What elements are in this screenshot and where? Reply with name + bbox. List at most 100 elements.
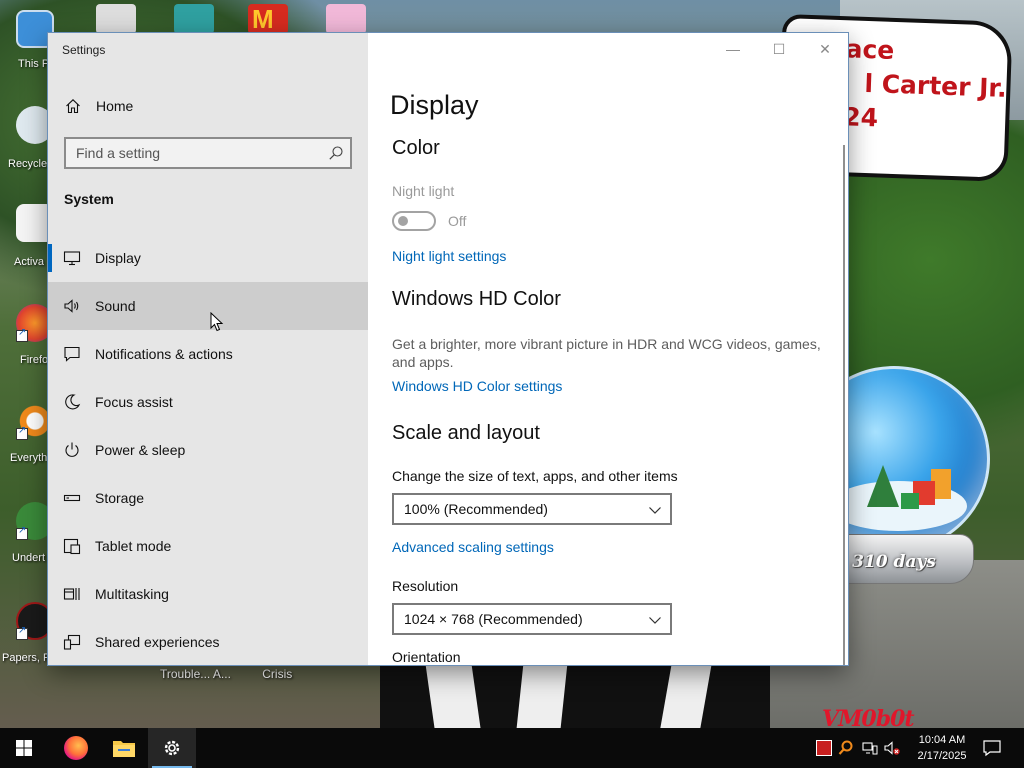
- nav-item-shared-experiences[interactable]: Shared experiences: [48, 618, 368, 665]
- nav-item-label: Multitasking: [95, 586, 169, 602]
- system-tray: 10:04 AM 2/17/2025: [812, 728, 1024, 768]
- scale-label: Change the size of text, apps, and other…: [392, 468, 678, 484]
- firefox-icon: [64, 736, 88, 760]
- nav-item-display[interactable]: Display: [48, 234, 368, 282]
- taskbar-clock[interactable]: 10:04 AM 2/17/2025: [908, 732, 976, 764]
- shared-experiences-icon: [63, 634, 81, 650]
- watermark: VM0b0t: [822, 706, 915, 728]
- clock-time: 10:04 AM: [918, 734, 966, 746]
- clock-date: 2/17/2025: [917, 750, 967, 762]
- nav-item-label: Power & sleep: [95, 442, 186, 458]
- mcdonalds-arches-icon: M: [252, 4, 274, 34]
- toggle-knob: [398, 216, 408, 226]
- desktop-icon-label[interactable]: Trouble... A...: [160, 667, 231, 681]
- resolution-label: Resolution: [392, 578, 459, 594]
- settings-nav-pane: Settings Home System Display: [48, 33, 368, 665]
- page-title: Display: [390, 90, 479, 120]
- hd-color-description: Get a brighter, more vibrant picture in …: [392, 336, 821, 370]
- nav-item-focus-assist[interactable]: Focus assist: [48, 378, 368, 426]
- moon-icon: [65, 394, 81, 410]
- window-title: Settings: [62, 43, 106, 57]
- desktop-icon-partial[interactable]: [96, 4, 136, 34]
- orientation-label: Orientation: [392, 649, 461, 665]
- home-icon: [66, 99, 80, 114]
- security-alert-icon[interactable]: [816, 740, 832, 756]
- nav-item-label: Display: [95, 250, 141, 266]
- taskbar: 10:04 AM 2/17/2025: [0, 728, 1024, 768]
- multitasking-icon: [63, 588, 80, 600]
- nav-item-notifications[interactable]: Notifications & actions: [48, 330, 368, 378]
- storage-icon: [63, 494, 81, 502]
- nav-home-label: Home: [96, 98, 134, 114]
- search-input[interactable]: [66, 139, 316, 167]
- mcdonalds-icon[interactable]: M: [248, 4, 288, 34]
- desktop-icon-label: Activa: [14, 256, 44, 268]
- taskbar-settings-button[interactable]: [148, 728, 196, 768]
- close-button[interactable]: ✕: [802, 33, 848, 65]
- search-icon[interactable]: [328, 145, 344, 161]
- night-light-state: Off: [448, 213, 467, 229]
- resolution-dropdown-value: 1024 × 768 (Recommended): [404, 611, 583, 627]
- hd-color-settings-link[interactable]: Windows HD Color settings: [392, 378, 562, 394]
- resolution-dropdown[interactable]: 1024 × 768 (Recommended): [392, 603, 672, 635]
- night-light-toggle[interactable]: [392, 211, 436, 231]
- desktop-icon-partial[interactable]: [326, 4, 366, 34]
- nav-item-label: Storage: [95, 490, 145, 506]
- desktop-icon-partial[interactable]: [174, 4, 214, 34]
- hd-color-heading: Windows HD Color: [392, 288, 561, 310]
- settings-window: Settings Home System Display: [48, 33, 848, 665]
- scale-dropdown[interactable]: 100% (Recommended): [392, 493, 672, 525]
- wallpaper-stripe: [425, 664, 481, 728]
- settings-content-pane: — ☐ ✕ Display Color Night light Off Nigh…: [368, 33, 848, 665]
- everything-tray-icon[interactable]: [838, 740, 854, 756]
- nav-item-label: Focus assist: [95, 394, 173, 410]
- taskbar-file-explorer-button[interactable]: [100, 728, 148, 768]
- desktop-icon-label[interactable]: Crisis: [262, 667, 292, 681]
- desktop-icon-label: Firefo: [20, 354, 49, 366]
- shortcut-arrow-icon: [16, 625, 28, 640]
- nav-item-label: Shared experiences: [95, 634, 220, 650]
- scale-layout-heading: Scale and layout: [392, 422, 540, 444]
- maximize-button[interactable]: ☐: [756, 33, 802, 65]
- color-heading: Color: [392, 137, 440, 159]
- desktop-icon-label: Undert: [12, 552, 46, 564]
- nav-item-storage[interactable]: Storage: [48, 474, 368, 522]
- content-scrollbar[interactable]: [843, 145, 845, 665]
- taskbar-firefox-button[interactable]: [52, 728, 100, 768]
- nav-item-label: Sound: [95, 298, 136, 314]
- chevron-down-icon: [649, 617, 661, 624]
- nav-item-label: Tablet mode: [95, 538, 172, 554]
- night-light-settings-link[interactable]: Night light settings: [392, 248, 506, 264]
- shortcut-arrow-icon: [16, 525, 28, 540]
- monitor-icon: [63, 251, 81, 266]
- advanced-scaling-link[interactable]: Advanced scaling settings: [392, 539, 554, 555]
- nav-item-sound[interactable]: Sound: [48, 282, 368, 332]
- action-center-button[interactable]: [982, 738, 1002, 758]
- volume-muted-icon[interactable]: [884, 740, 900, 756]
- night-light-label: Night light: [392, 183, 455, 199]
- network-icon[interactable]: [862, 740, 878, 756]
- gift-icon: [901, 493, 919, 509]
- nav-home-link[interactable]: Home: [48, 89, 368, 123]
- nav-item-tablet-mode[interactable]: Tablet mode: [48, 522, 368, 570]
- desktop-icon-labels-row: Trouble... A... Crisis: [160, 667, 292, 681]
- notification-icon: [983, 740, 1001, 757]
- scale-dropdown-value: 100% (Recommended): [404, 501, 548, 517]
- mouse-cursor-icon: [210, 312, 224, 332]
- speech-bubble-line: ace: [845, 34, 895, 65]
- nav-item-label: Notifications & actions: [95, 346, 233, 362]
- desktop-icon-label: This P: [18, 58, 50, 70]
- notification-icon: [64, 346, 80, 362]
- nav-section-heading: System: [64, 191, 114, 207]
- nav-item-power-sleep[interactable]: Power & sleep: [48, 426, 368, 474]
- wallpaper-stripe: [516, 664, 568, 728]
- nav-list: Display Sound Notifications & actions Fo…: [48, 234, 368, 665]
- minimize-button[interactable]: —: [710, 33, 756, 65]
- nav-item-multitasking[interactable]: Multitasking: [48, 570, 368, 618]
- chevron-down-icon: [649, 507, 661, 514]
- search-box[interactable]: [64, 137, 352, 169]
- gear-icon: [164, 740, 180, 756]
- start-button[interactable]: [0, 728, 48, 768]
- desktop-icon-label: Recycle: [8, 158, 48, 170]
- shortcut-arrow-icon: [16, 425, 28, 440]
